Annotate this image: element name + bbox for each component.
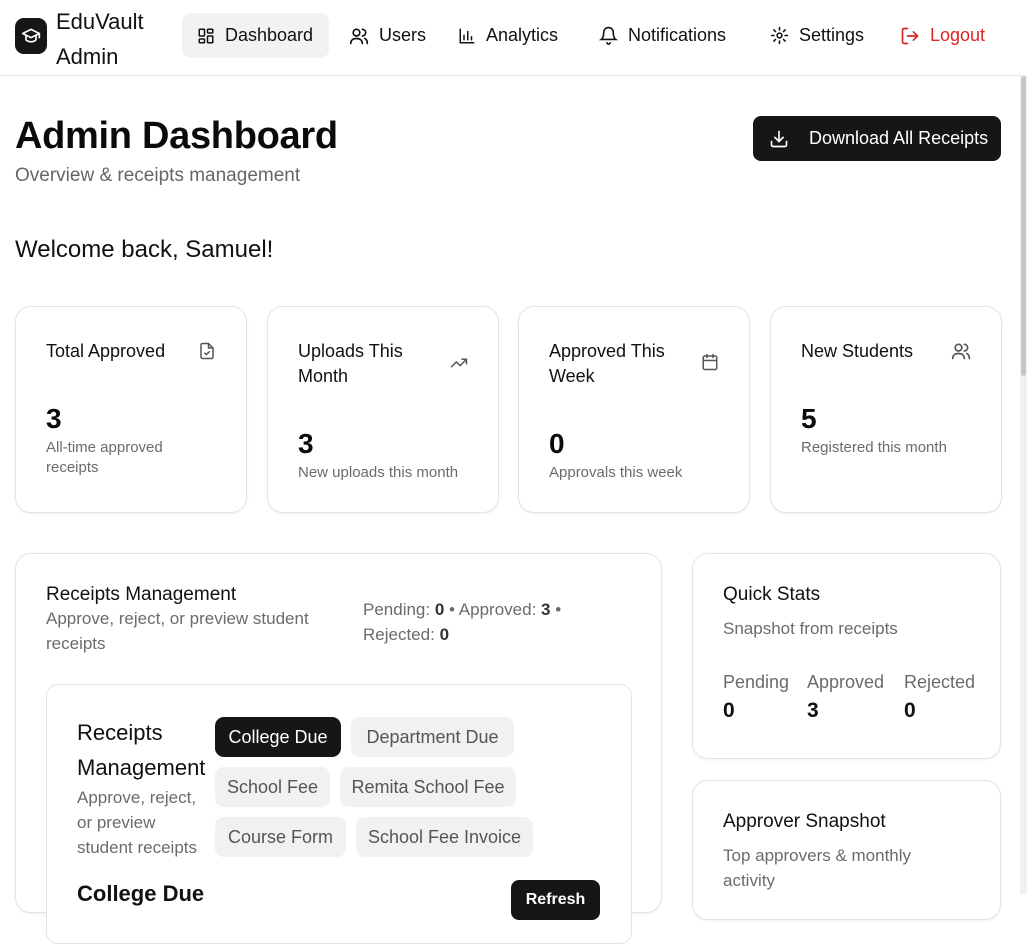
- inner-subtitle: Approve, reject, or preview student rece…: [77, 788, 198, 857]
- receipt-counts: Pending: 0 • Approved: 3 • Rejected: 0: [363, 600, 562, 644]
- users-icon: [951, 343, 971, 360]
- approver-snapshot-panel: Approver Snapshot Top approvers & monthl…: [692, 780, 1001, 920]
- quick-stats-panel: Quick Stats Snapshot from receipts Pendi…: [692, 553, 1001, 759]
- nav-logout[interactable]: Logout: [885, 13, 1000, 58]
- trending-up-icon: [450, 358, 468, 368]
- approved-count: 3: [541, 600, 551, 619]
- category-chip-course-form[interactable]: Course Form: [215, 817, 346, 857]
- pending-count-label: Pending:: [363, 600, 431, 619]
- nav-settings[interactable]: Settings: [755, 13, 879, 58]
- nav-analytics[interactable]: Analytics: [443, 13, 573, 58]
- nav-notifications-label: Notifications: [628, 25, 727, 45]
- scrollbar-thumb[interactable]: [1021, 76, 1026, 376]
- bell-icon: [599, 26, 618, 45]
- quick-stat-label-approved: Approved: [807, 672, 885, 692]
- approver-snapshot-title: Approver Snapshot: [723, 811, 886, 832]
- panel-subtitle: Approve, reject, or preview student rece…: [46, 609, 309, 653]
- file-check-icon: [200, 342, 214, 360]
- stat-description: Approvals this week: [549, 464, 683, 481]
- category-chip-college-due[interactable]: College Due: [215, 717, 341, 757]
- calendar-icon: [702, 353, 718, 371]
- page-subtitle: Overview & receipts management: [15, 165, 301, 186]
- quick-stat-label-rejected: Rejected: [904, 672, 976, 692]
- dashboard-icon: [198, 28, 214, 43]
- download-all-receipts-button[interactable]: Download All Receipts: [753, 116, 1001, 161]
- nav-users[interactable]: Users: [334, 13, 441, 58]
- panel-title: Receipts Management: [46, 584, 237, 605]
- logout-icon: [901, 27, 919, 44]
- stat-value: 0: [549, 428, 565, 459]
- category-section-heading: College Due: [77, 881, 205, 906]
- rejected-count: 0: [439, 625, 450, 644]
- category-chip-school-fee[interactable]: School Fee: [215, 767, 330, 807]
- quick-stat-value-approved: 3: [807, 699, 819, 722]
- quick-stats-title: Quick Stats: [723, 584, 821, 605]
- top-navbar: EduVault Admin Dashboard Users Analytics…: [0, 0, 1027, 76]
- download-button-label: Download All Receipts: [809, 128, 989, 148]
- stat-value: 3: [46, 403, 62, 434]
- receipts-inner-card: Receipts Management Approve, reject, or …: [46, 684, 632, 944]
- stat-value: 3: [298, 428, 314, 459]
- nav-dashboard[interactable]: Dashboard: [182, 13, 329, 58]
- category-chip-school-fee-invoice[interactable]: School Fee Invoice: [356, 817, 533, 857]
- download-icon: [770, 130, 788, 147]
- category-chip-department-due[interactable]: Department Due: [351, 717, 514, 757]
- bar-chart-icon: [459, 28, 475, 43]
- gear-icon: [770, 26, 789, 45]
- refresh-button[interactable]: Refresh: [511, 880, 600, 920]
- page-title: Admin Dashboard: [15, 115, 338, 157]
- nav-settings-label: Settings: [799, 25, 865, 45]
- stat-description: All-time approved receipts: [46, 439, 163, 476]
- graduation-cap-icon[interactable]: [15, 18, 47, 54]
- nav-logout-label: Logout: [930, 25, 986, 45]
- approved-count-label: Approved:: [458, 600, 537, 619]
- quick-stat-label-pending: Pending: [723, 672, 790, 692]
- approver-snapshot-subtitle: Top approvers & monthly activity: [723, 846, 912, 890]
- stat-description: Registered this month: [801, 439, 947, 456]
- stat-title: Uploads This Month: [298, 341, 403, 386]
- stat-value: 5: [801, 403, 817, 434]
- category-chip-remita-school-fee[interactable]: Remita School Fee: [340, 767, 516, 807]
- rejected-count-label: Rejected:: [363, 625, 435, 644]
- pending-count: 0: [434, 600, 445, 619]
- nav-analytics-label: Analytics: [486, 25, 559, 45]
- inner-title: Receipts Management: [77, 720, 206, 780]
- brand-name[interactable]: EduVault Admin: [56, 4, 166, 74]
- welcome-message: Welcome back, Samuel!: [15, 236, 274, 263]
- users-icon: [349, 27, 369, 44]
- stat-title: New Students: [801, 341, 914, 361]
- stat-card-total-approved: Total Approved 3 All-time approved recei…: [15, 306, 247, 513]
- stat-description: New uploads this month: [298, 464, 459, 481]
- receipts-management-panel: Receipts Management Approve, reject, or …: [15, 553, 662, 944]
- quick-stat-value-pending: 0: [723, 699, 735, 722]
- quick-stats-subtitle: Snapshot from receipts: [723, 619, 898, 638]
- nav-dashboard-label: Dashboard: [225, 25, 314, 45]
- stat-card-uploads-this-month: Uploads This Month 3 New uploads this mo…: [267, 306, 499, 513]
- stat-title: Approved This Week: [549, 341, 665, 386]
- stat-card-new-students: New Students 5 Registered this month: [770, 306, 1002, 513]
- stat-card-approved-this-week: Approved This Week 0 Approvals this week: [518, 306, 750, 513]
- quick-stat-value-rejected: 0: [904, 699, 916, 722]
- nav-notifications[interactable]: Notifications: [584, 13, 741, 58]
- nav-users-label: Users: [379, 25, 427, 45]
- stat-title: Total Approved: [46, 341, 166, 361]
